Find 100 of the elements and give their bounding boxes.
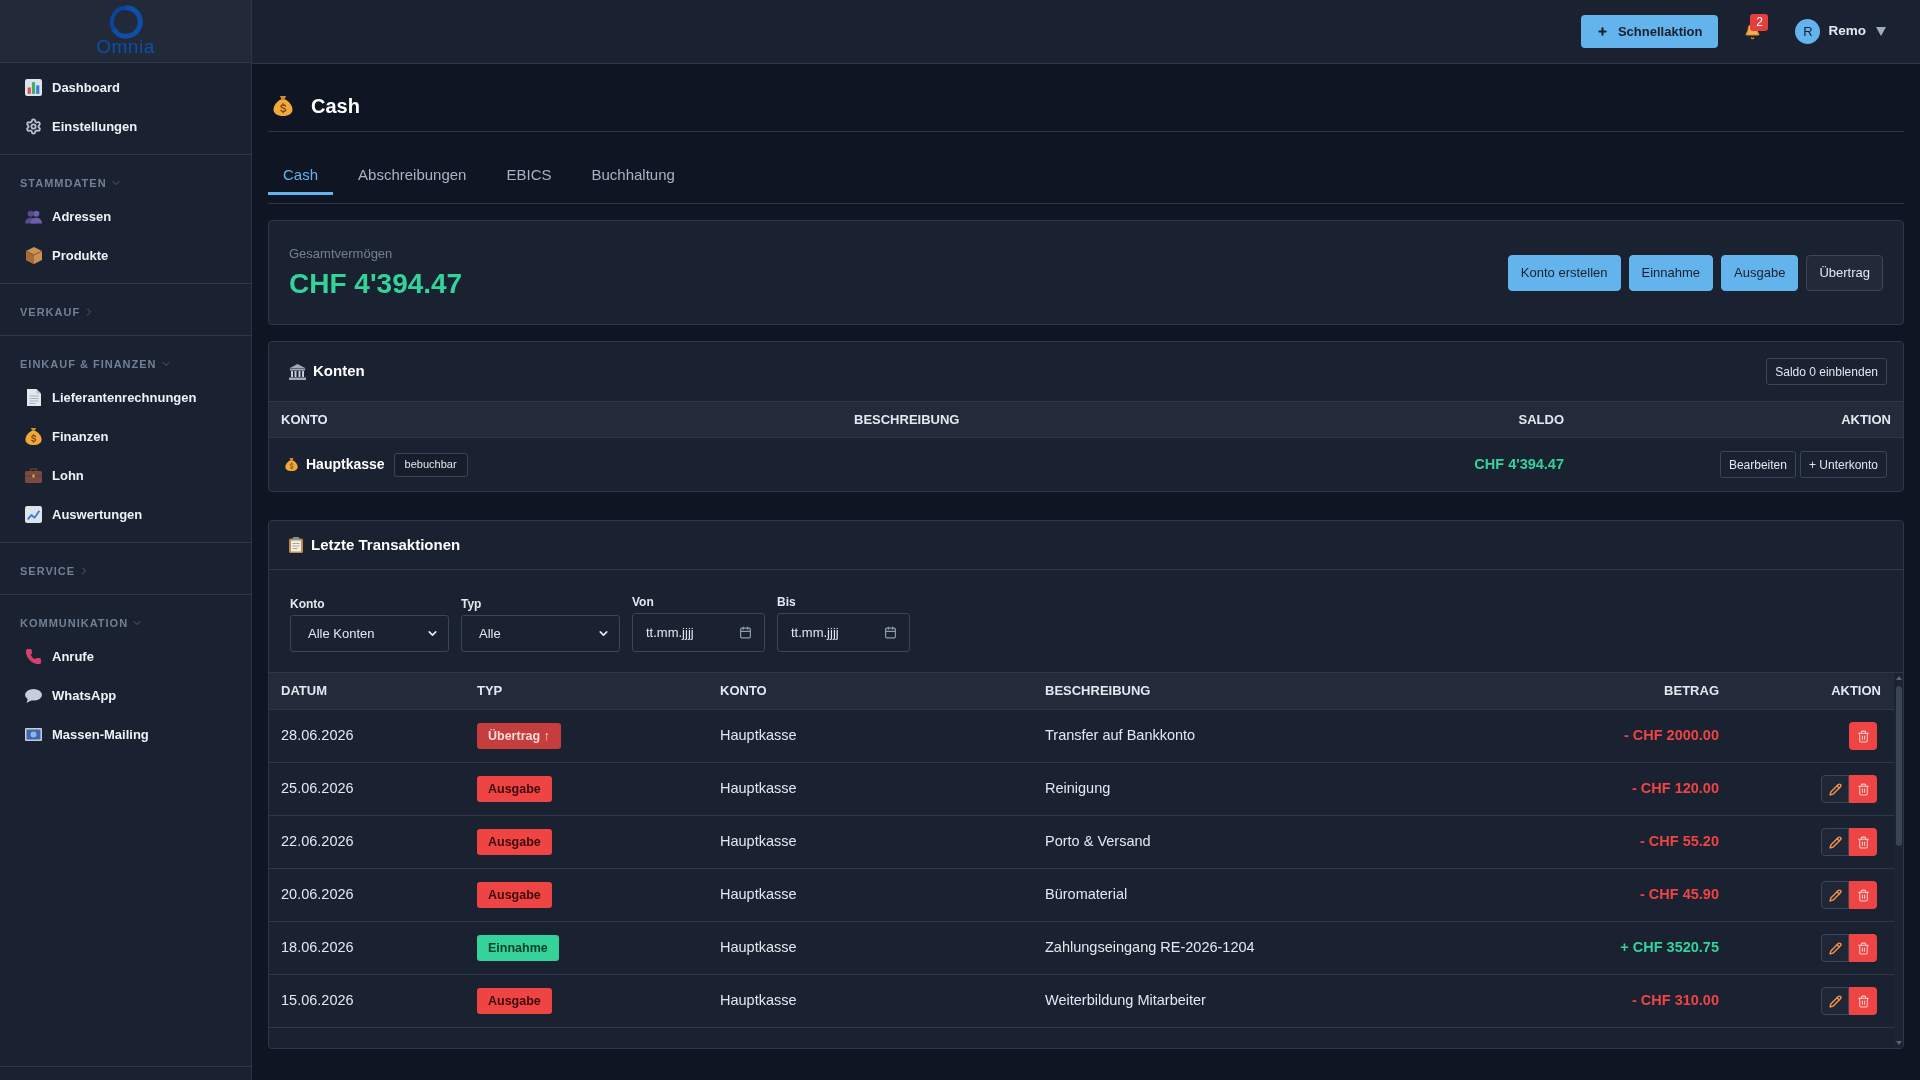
money-bag-icon [25, 428, 42, 445]
column-header: TYP [476, 682, 504, 701]
row-action-button[interactable]: + Unterkonto [1799, 451, 1887, 478]
amount-cell-text: - CHF 55.20 [1639, 832, 1720, 852]
row-action-button[interactable]: Bearbeiten [1719, 451, 1796, 478]
column-header: AKTION [1840, 410, 1892, 429]
date-cell-text: 25.06.2026 [280, 779, 355, 799]
pencil-icon [1828, 782, 1842, 796]
status-tag: bebuchbar [393, 452, 468, 477]
type-tag: Ausgabe [477, 829, 552, 855]
account-name: Hauptkasse [306, 455, 385, 474]
notification-badge: 2 [1750, 14, 1769, 31]
section-header[interactable]: VERKAUF [0, 298, 116, 326]
page-title: Cash [311, 93, 360, 119]
tab[interactable]: Buchhaltung [576, 159, 690, 195]
edit-button[interactable] [1821, 934, 1849, 962]
sidebar-link[interactable]: Produkte [0, 236, 251, 275]
banknote-icon [25, 728, 42, 741]
filter-label: Bis [777, 594, 797, 610]
type-tag: Ausgabe [477, 988, 552, 1014]
quick-action-button[interactable]: Schnellaktion [1580, 15, 1719, 48]
briefcase-icon [25, 468, 42, 483]
dropdown-field[interactable]: Alle Konten [290, 615, 449, 652]
money-bag-icon [273, 95, 293, 116]
clipboard-icon [289, 537, 303, 553]
tab[interactable]: Abschreibungen [343, 159, 482, 195]
amount-cell-text: - CHF 2000.00 [1622, 726, 1720, 746]
delete-button[interactable] [1849, 722, 1877, 750]
sidebar-link[interactable]: Lohn [0, 456, 251, 495]
type-tag: Einnahme [477, 935, 559, 961]
pencil-icon [1828, 941, 1842, 955]
dropdown-field[interactable]: Alle [461, 615, 620, 652]
user-name[interactable]: Remo [1828, 21, 1866, 42]
action-button[interactable]: Konto erstellen [1507, 254, 1621, 291]
sidebar-link[interactable]: WhatsApp [0, 676, 251, 715]
logo-text: Omnia [96, 37, 155, 57]
bar-chart-icon [25, 79, 42, 96]
column-header: AKTION [1830, 682, 1882, 701]
section-header[interactable]: EINKAUF & FINANZEN [0, 350, 192, 378]
date-cell-text: 28.06.2026 [280, 726, 355, 746]
action-button[interactable]: Einnahme [1628, 254, 1714, 291]
date-cell-text: 18.06.2026 [280, 938, 355, 958]
plus-icon [1596, 26, 1608, 37]
scrollbar[interactable] [1894, 673, 1903, 1048]
logo-ring-icon [108, 5, 143, 39]
user-avatar: R [1795, 19, 1821, 44]
description-cell-text: Transfer auf Bankkonto [1044, 726, 1197, 746]
sidebar-link[interactable]: Finanzen [0, 417, 251, 456]
caret-icon[interactable] [1876, 27, 1886, 36]
section-header[interactable]: SERVICE [0, 557, 111, 585]
pencil-icon [1828, 994, 1842, 1008]
line-chart-icon [25, 506, 42, 523]
account-cell-text: Hauptkasse [719, 779, 798, 799]
section-title: Letzte Transaktionen [311, 534, 461, 555]
sidebar-link[interactable]: Lieferantenrechnungen [0, 378, 251, 417]
date-field[interactable]: tt.mm.jjjj [777, 613, 910, 652]
account-cell-text: Hauptkasse [719, 991, 798, 1011]
edit-button[interactable] [1821, 881, 1849, 909]
sidebar-link[interactable]: Auswertungen [0, 495, 251, 534]
sidebar-link[interactable]: Dashboard [0, 68, 251, 107]
balance-amount: CHF 4'394.47 [1473, 454, 1565, 474]
section-header[interactable]: KOMMUNIKATION [0, 609, 164, 637]
date-cell-text: 20.06.2026 [280, 885, 355, 905]
amount-cell-text: - CHF 120.00 [1630, 779, 1720, 799]
people-icon [25, 209, 42, 224]
calendar-icon [739, 626, 752, 639]
tab[interactable]: Cash [268, 159, 334, 195]
date-cell-text: 22.06.2026 [280, 832, 355, 852]
column-header: KONTO [280, 410, 329, 429]
description-cell-text: Büromaterial [1044, 885, 1129, 905]
section-title: Konten [313, 361, 365, 382]
sidebar-link[interactable]: Anrufe [0, 637, 251, 676]
type-tag: Ausgabe [477, 882, 552, 908]
column-header: BESCHREIBUNG [853, 410, 961, 429]
edit-button[interactable] [1821, 775, 1849, 803]
filter-label: Von [632, 594, 655, 610]
tab[interactable]: EBICS [491, 159, 567, 195]
money-bag-icon [285, 458, 298, 471]
pencil-icon [1828, 888, 1842, 902]
total-amount: CHF 4'394.47 [289, 266, 463, 301]
section-header[interactable]: STAMMDATEN [0, 169, 142, 197]
edit-button[interactable] [1821, 828, 1849, 856]
bank-building-icon [289, 363, 306, 380]
trash-icon [1856, 729, 1870, 743]
edit-button[interactable] [1821, 987, 1849, 1015]
sidebar-link[interactable]: Massen-Mailing [0, 715, 251, 754]
sidebar-link[interactable]: Adressen [0, 197, 251, 236]
toggle-button[interactable]: Saldo 0 einblenden [1766, 358, 1887, 385]
amount-cell-text: + CHF 3520.75 [1619, 938, 1720, 958]
amount-cell-text: - CHF 310.00 [1630, 991, 1720, 1011]
description-cell-text: Reinigung [1044, 779, 1112, 799]
action-button[interactable]: Ausgabe [1721, 254, 1799, 291]
amount-cell-text: - CHF 45.90 [1639, 885, 1720, 905]
sidebar-link[interactable]: Einstellungen [0, 107, 251, 146]
date-field[interactable]: tt.mm.jjjj [632, 613, 765, 652]
column-header: DATUM [280, 682, 328, 701]
action-button[interactable]: Übertrag [1806, 254, 1883, 291]
description-cell-text: Weiterbildung Mitarbeiter [1044, 991, 1207, 1011]
trash-icon [1856, 888, 1870, 902]
trash-icon [1856, 782, 1870, 796]
